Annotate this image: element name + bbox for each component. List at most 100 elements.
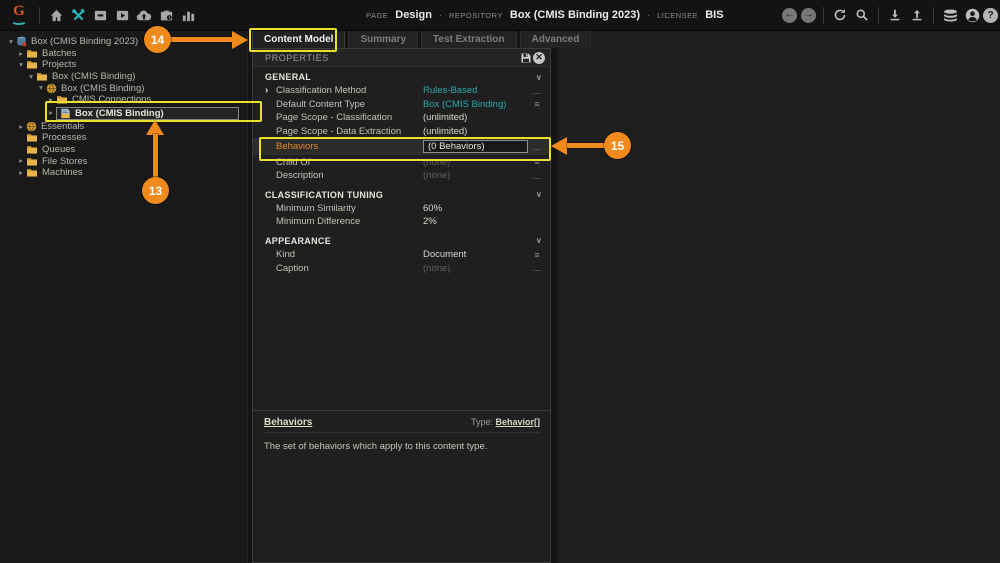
property-value[interactable]: (none) — [423, 170, 528, 181]
property-value[interactable]: (none) — [423, 263, 528, 274]
nav-divider — [823, 7, 824, 24]
folder-icon — [26, 157, 38, 166]
tree-expander-icon[interactable]: ▸ — [46, 109, 56, 117]
help-type-value[interactable]: Behavior[] — [495, 417, 540, 427]
cloud-upload-icon[interactable] — [135, 6, 153, 24]
chevron-down-icon[interactable]: ∨ — [536, 73, 542, 82]
property-row-caption[interactable]: Caption(none)… — [253, 261, 550, 275]
breadcrumb-separator: · — [439, 10, 442, 20]
page-value[interactable]: Design — [395, 9, 432, 21]
back-icon[interactable]: ← — [782, 8, 797, 23]
repository-value[interactable]: Box (CMIS Binding 2023) — [510, 9, 640, 21]
section-header-appearance[interactable]: APPEARANCE∨ — [253, 234, 550, 248]
nav-divider — [878, 7, 879, 24]
download-icon[interactable] — [886, 6, 904, 24]
tree-expander-icon[interactable]: ▸ — [16, 157, 26, 165]
node-tree-panel: ▾Box (CMIS Binding 2023)▸Batches▾Project… — [0, 30, 248, 563]
property-row-classification-method[interactable]: ›Classification MethodRules-Based… — [253, 84, 550, 98]
annotation-arrow-shaft-13 — [153, 134, 158, 180]
property-value[interactable]: Document — [423, 249, 528, 260]
ellipsis-icon[interactable]: … — [528, 263, 546, 273]
property-row-behaviors[interactable]: Behaviors(0 Behaviors)… — [253, 138, 550, 155]
property-row-kind[interactable]: KindDocument≡ — [253, 248, 550, 262]
annotation-arrowhead-14 — [232, 31, 248, 49]
property-row-description[interactable]: Description(none)… — [253, 169, 550, 183]
property-label: Page Scope - Data Extraction — [276, 126, 423, 137]
menu-icon[interactable]: ≡ — [528, 99, 546, 109]
tree-item[interactable]: ▸Essentials — [0, 121, 247, 133]
help-title-row: Behaviors Type: Behavior[] — [264, 417, 540, 433]
ellipsis-icon[interactable]: … — [528, 142, 546, 152]
section-header-general[interactable]: GENERAL∨ — [253, 70, 550, 84]
jobs-briefcase-icon[interactable] — [157, 6, 175, 24]
property-row-page-scope-classification[interactable]: Page Scope - Classification(unlimited) — [253, 111, 550, 125]
folder-icon — [26, 60, 38, 69]
help-icon[interactable]: ? — [983, 8, 998, 23]
globe-icon — [46, 83, 57, 94]
ellipsis-icon[interactable]: … — [528, 86, 546, 96]
tree-expander-icon[interactable]: ▾ — [26, 73, 36, 81]
chevron-down-icon[interactable]: ∨ — [536, 236, 542, 245]
tree-expander-icon[interactable]: ▸ — [46, 96, 56, 104]
property-row-minimum-difference[interactable]: Minimum Difference2% — [253, 215, 550, 229]
repository-icon — [16, 36, 27, 47]
tree-expander-icon[interactable]: ▾ — [6, 38, 16, 46]
folder-icon — [26, 145, 38, 154]
folder-icon — [56, 95, 68, 104]
tree-expander-icon[interactable]: ▸ — [16, 123, 26, 131]
close-icon[interactable]: ✕ — [533, 52, 545, 64]
bar-chart-icon[interactable] — [179, 6, 197, 24]
property-row-child-of[interactable]: Child Of(none)≡ — [253, 155, 550, 169]
tree-item[interactable]: ▸File Stores — [0, 155, 247, 167]
grooper-logo[interactable]: G — [4, 5, 34, 25]
tree-item-selected[interactable]: ▸ Box (CMIS Binding) — [0, 106, 247, 121]
property-value-editor[interactable]: (0 Behaviors) — [423, 140, 528, 153]
forward-icon[interactable]: → — [801, 8, 816, 23]
row-expander-icon[interactable]: › — [265, 86, 276, 96]
property-value[interactable]: 2% — [423, 216, 528, 227]
tree-item[interactable]: ▸Machines — [0, 167, 247, 179]
tree-item[interactable]: ▾Box (CMIS Binding) — [0, 71, 247, 83]
property-value[interactable]: (none) — [423, 157, 528, 168]
user-icon[interactable] — [963, 6, 981, 24]
property-row-minimum-similarity[interactable]: Minimum Similarity60% — [253, 202, 550, 216]
tree-item[interactable]: Processes — [0, 132, 247, 144]
batch-box-icon[interactable] — [91, 6, 109, 24]
database-icon[interactable] — [941, 6, 959, 24]
property-row-page-scope-data-extraction[interactable]: Page Scope - Data Extraction(unlimited) — [253, 125, 550, 139]
home-icon[interactable] — [47, 6, 65, 24]
tree-item[interactable]: ▾Box (CMIS Binding) — [0, 82, 247, 94]
property-value[interactable]: (unlimited) — [423, 112, 528, 123]
tree-expander-icon[interactable]: ▸ — [16, 169, 26, 177]
property-value[interactable]: 60% — [423, 203, 528, 214]
property-value[interactable]: Box (CMIS Binding) — [423, 99, 528, 110]
menu-icon[interactable]: ≡ — [528, 250, 546, 260]
upload-icon[interactable] — [908, 6, 926, 24]
tree-item[interactable]: ▾Projects — [0, 59, 247, 71]
tab-advanced[interactable]: Advanced — [520, 30, 592, 48]
property-value[interactable]: Rules-Based — [423, 85, 528, 96]
design-tools-icon[interactable] — [69, 6, 87, 24]
tab-test-extraction[interactable]: Test Extraction — [421, 30, 517, 48]
tree-item[interactable]: ▸CMIS Connections — [0, 94, 247, 106]
help-type-label: Type: — [471, 417, 493, 427]
chevron-down-icon[interactable]: ∨ — [536, 190, 542, 199]
tree-expander-icon[interactable]: ▾ — [16, 61, 26, 69]
property-value[interactable]: (unlimited) — [423, 126, 528, 137]
ellipsis-icon[interactable]: … — [528, 171, 546, 181]
tab-summary[interactable]: Summary — [348, 30, 418, 48]
annotation-arrowhead-15 — [551, 137, 567, 155]
tree-item[interactable]: ▸Batches — [0, 48, 247, 60]
save-icon[interactable] — [519, 51, 533, 65]
tree-expander-icon[interactable]: ▸ — [16, 50, 26, 58]
tree-item[interactable]: Queues — [0, 144, 247, 156]
menu-icon[interactable]: ≡ — [528, 157, 546, 167]
tree-item-label: Box (CMIS Binding) — [75, 108, 164, 119]
search-icon[interactable] — [853, 6, 871, 24]
section-header-classification-tuning[interactable]: CLASSIFICATION TUNING∨ — [253, 188, 550, 202]
media-play-box-icon[interactable] — [113, 6, 131, 24]
refresh-icon[interactable] — [831, 6, 849, 24]
tab-content-model[interactable]: Content Model — [252, 30, 345, 48]
tree-expander-icon[interactable]: ▾ — [36, 84, 46, 92]
property-row-default-content-type[interactable]: Default Content TypeBox (CMIS Binding)≡ — [253, 98, 550, 112]
